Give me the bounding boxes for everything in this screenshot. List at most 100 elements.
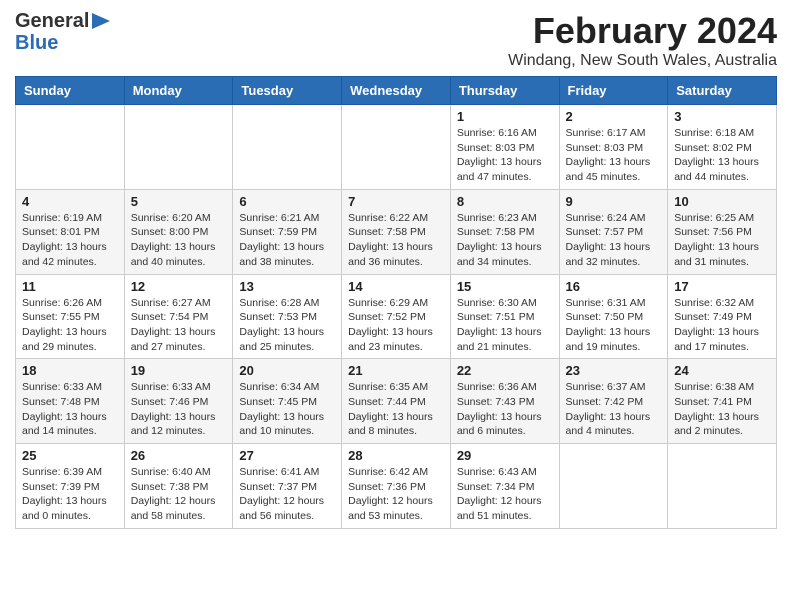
calendar-header-row: Sunday Monday Tuesday Wednesday Thursday… [16, 77, 777, 105]
day-info: Sunrise: 6:31 AM Sunset: 7:50 PM Dayligh… [566, 296, 662, 355]
day-number: 8 [457, 194, 553, 209]
day-info: Sunrise: 6:38 AM Sunset: 7:41 PM Dayligh… [674, 380, 770, 439]
col-wednesday: Wednesday [342, 77, 451, 105]
day-number: 24 [674, 363, 770, 378]
day-info: Sunrise: 6:28 AM Sunset: 7:53 PM Dayligh… [239, 296, 335, 355]
week-row-5: 25 Sunrise: 6:39 AM Sunset: 7:39 PM Dayli… [16, 444, 777, 529]
day-number: 21 [348, 363, 444, 378]
day-number: 9 [566, 194, 662, 209]
logo-blue-text: Blue [15, 32, 58, 54]
table-row [233, 105, 342, 190]
table-row: 15Sunrise: 6:30 AM Sunset: 7:51 PM Dayli… [450, 274, 559, 359]
col-sunday: Sunday [16, 77, 125, 105]
table-row: 27Sunrise: 6:41 AM Sunset: 7:37 PM Dayli… [233, 444, 342, 529]
day-number: 29 [457, 448, 553, 463]
table-row: 7 Sunrise: 6:22 AM Sunset: 7:58 PM Daylig… [342, 189, 451, 274]
col-friday: Friday [559, 77, 668, 105]
day-number: 26 [131, 448, 227, 463]
day-info: Sunrise: 6:16 AM Sunset: 8:03 PM Dayligh… [457, 126, 553, 185]
calendar-table: Sunday Monday Tuesday Wednesday Thursday… [15, 76, 777, 529]
table-row: 13 Sunrise: 6:28 AM Sunset: 7:53 PM Dayli… [233, 274, 342, 359]
day-info: Sunrise: 6:23 AM Sunset: 7:58 PM Dayligh… [457, 211, 553, 270]
day-info: Sunrise: 6:43 AM Sunset: 7:34 PM Dayligh… [457, 465, 553, 524]
day-info: Sunrise: 6:33 AM Sunset: 7:46 PM Dayligh… [131, 380, 227, 439]
col-tuesday: Tuesday [233, 77, 342, 105]
day-info: Sunrise: 6:33 AM Sunset: 7:48 PM Dayligh… [22, 380, 118, 439]
day-number: 28 [348, 448, 444, 463]
day-info: Sunrise: 6:32 AM Sunset: 7:49 PM Dayligh… [674, 296, 770, 355]
week-row-3: 11Sunrise: 6:26 AM Sunset: 7:55 PM Dayli… [16, 274, 777, 359]
day-info: Sunrise: 6:20 AM Sunset: 8:00 PM Dayligh… [131, 211, 227, 270]
table-row: 2 Sunrise: 6:17 AM Sunset: 8:03 PM Daylig… [559, 105, 668, 190]
day-number: 23 [566, 363, 662, 378]
table-row: 20 Sunrise: 6:34 AM Sunset: 7:45 PM Dayli… [233, 359, 342, 444]
day-number: 22 [457, 363, 553, 378]
day-number: 14 [348, 279, 444, 294]
title-area: February 2024 Windang, New South Wales, … [508, 10, 777, 70]
day-info: Sunrise: 6:36 AM Sunset: 7:43 PM Dayligh… [457, 380, 553, 439]
day-number: 13 [239, 279, 335, 294]
day-info: Sunrise: 6:26 AM Sunset: 7:55 PM Dayligh… [22, 296, 118, 355]
table-row: 19 Sunrise: 6:33 AM Sunset: 7:46 PM Dayli… [124, 359, 233, 444]
day-info: Sunrise: 6:41 AM Sunset: 7:37 PM Dayligh… [239, 465, 335, 524]
week-row-1: 1 Sunrise: 6:16 AM Sunset: 8:03 PM Daylig… [16, 105, 777, 190]
day-info: Sunrise: 6:27 AM Sunset: 7:54 PM Dayligh… [131, 296, 227, 355]
day-info: Sunrise: 6:19 AM Sunset: 8:01 PM Dayligh… [22, 211, 118, 270]
day-number: 17 [674, 279, 770, 294]
table-row: 25 Sunrise: 6:39 AM Sunset: 7:39 PM Dayli… [16, 444, 125, 529]
day-info: Sunrise: 6:37 AM Sunset: 7:42 PM Dayligh… [566, 380, 662, 439]
header: General Blue February 2024 Windang, New … [15, 10, 777, 70]
day-number: 10 [674, 194, 770, 209]
table-row: 23 Sunrise: 6:37 AM Sunset: 7:42 PM Dayli… [559, 359, 668, 444]
table-row [124, 105, 233, 190]
day-number: 4 [22, 194, 118, 209]
day-number: 1 [457, 109, 553, 124]
day-info: Sunrise: 6:42 AM Sunset: 7:36 PM Dayligh… [348, 465, 444, 524]
page-subtitle: Windang, New South Wales, Australia [508, 52, 777, 70]
table-row: 17 Sunrise: 6:32 AM Sunset: 7:49 PM Dayli… [668, 274, 777, 359]
table-row: 24 Sunrise: 6:38 AM Sunset: 7:41 PM Dayli… [668, 359, 777, 444]
table-row: 22 Sunrise: 6:36 AM Sunset: 7:43 PM Dayli… [450, 359, 559, 444]
day-info: Sunrise: 6:40 AM Sunset: 7:38 PM Dayligh… [131, 465, 227, 524]
day-number: 15 [457, 279, 553, 294]
day-info: Sunrise: 6:22 AM Sunset: 7:58 PM Dayligh… [348, 211, 444, 270]
day-info: Sunrise: 6:29 AM Sunset: 7:52 PM Dayligh… [348, 296, 444, 355]
day-info: Sunrise: 6:35 AM Sunset: 7:44 PM Dayligh… [348, 380, 444, 439]
day-number: 19 [131, 363, 227, 378]
day-info: Sunrise: 6:25 AM Sunset: 7:56 PM Dayligh… [674, 211, 770, 270]
table-row: 12Sunrise: 6:27 AM Sunset: 7:54 PM Dayli… [124, 274, 233, 359]
col-thursday: Thursday [450, 77, 559, 105]
logo-flag-icon [90, 12, 112, 30]
table-row: 21 Sunrise: 6:35 AM Sunset: 7:44 PM Dayli… [342, 359, 451, 444]
day-number: 2 [566, 109, 662, 124]
logo-general-text: General [15, 10, 89, 32]
table-row: 8 Sunrise: 6:23 AM Sunset: 7:58 PM Daylig… [450, 189, 559, 274]
table-row: 14 Sunrise: 6:29 AM Sunset: 7:52 PM Dayli… [342, 274, 451, 359]
table-row: 26 Sunrise: 6:40 AM Sunset: 7:38 PM Dayli… [124, 444, 233, 529]
table-row: 3 Sunrise: 6:18 AM Sunset: 8:02 PM Daylig… [668, 105, 777, 190]
table-row: 29 Sunrise: 6:43 AM Sunset: 7:34 PM Dayli… [450, 444, 559, 529]
day-info: Sunrise: 6:21 AM Sunset: 7:59 PM Dayligh… [239, 211, 335, 270]
day-number: 3 [674, 109, 770, 124]
table-row: 9 Sunrise: 6:24 AM Sunset: 7:57 PM Daylig… [559, 189, 668, 274]
day-info: Sunrise: 6:34 AM Sunset: 7:45 PM Dayligh… [239, 380, 335, 439]
table-row: 1 Sunrise: 6:16 AM Sunset: 8:03 PM Daylig… [450, 105, 559, 190]
table-row [559, 444, 668, 529]
day-number: 20 [239, 363, 335, 378]
table-row [668, 444, 777, 529]
day-info: Sunrise: 6:17 AM Sunset: 8:03 PM Dayligh… [566, 126, 662, 185]
day-info: Sunrise: 6:18 AM Sunset: 8:02 PM Dayligh… [674, 126, 770, 185]
day-number: 16 [566, 279, 662, 294]
page-title: February 2024 [508, 10, 777, 52]
table-row: 11Sunrise: 6:26 AM Sunset: 7:55 PM Dayli… [16, 274, 125, 359]
table-row: 28 Sunrise: 6:42 AM Sunset: 7:36 PM Dayli… [342, 444, 451, 529]
day-info: Sunrise: 6:24 AM Sunset: 7:57 PM Dayligh… [566, 211, 662, 270]
col-saturday: Saturday [668, 77, 777, 105]
day-number: 6 [239, 194, 335, 209]
week-row-4: 18Sunrise: 6:33 AM Sunset: 7:48 PM Dayli… [16, 359, 777, 444]
table-row: 4 Sunrise: 6:19 AM Sunset: 8:01 PM Daylig… [16, 189, 125, 274]
day-number: 7 [348, 194, 444, 209]
table-row: 10 Sunrise: 6:25 AM Sunset: 7:56 PM Dayli… [668, 189, 777, 274]
day-number: 25 [22, 448, 118, 463]
day-info: Sunrise: 6:39 AM Sunset: 7:39 PM Dayligh… [22, 465, 118, 524]
